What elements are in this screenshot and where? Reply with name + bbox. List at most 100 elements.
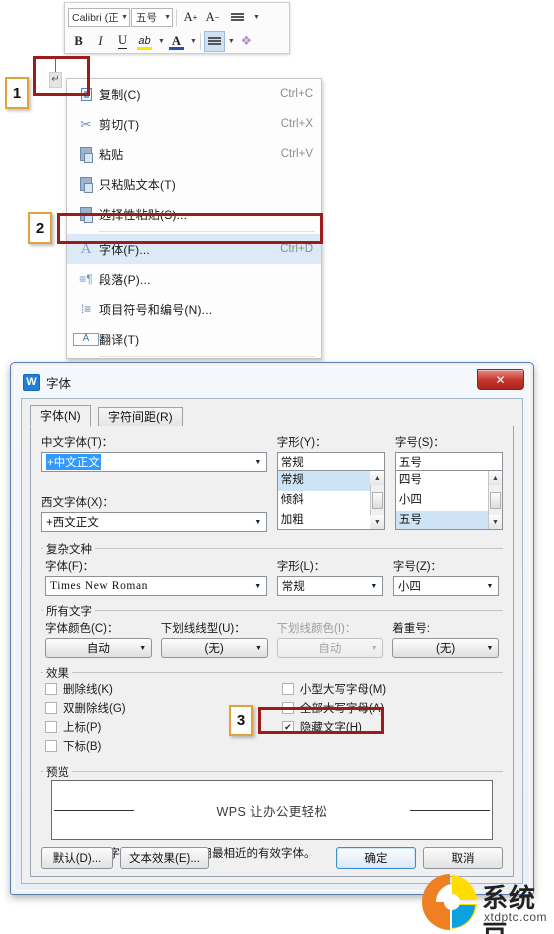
menu-item-translate[interactable]: A 翻译(T) [67, 324, 321, 354]
underline-style-dropdown[interactable]: (无) ▼ [160, 638, 268, 658]
font-size-scrollbar[interactable]: ▲ ▼ [488, 471, 502, 529]
checkbox-subscript[interactable]: 下标(B) [45, 736, 282, 755]
font-size-value: 五号 [136, 11, 157, 24]
checkbox-icon[interactable] [45, 720, 57, 733]
chevron-down-icon[interactable]: ▼ [250, 513, 266, 531]
font-style-column: 字形(Y)： 常规 常规 倾斜 加粗 ▲ ▼ [276, 434, 385, 532]
cn-font-column: 中文字体(T)： +中文正文 ▼ 西文字体(X)： +西文正文 ▼ [41, 434, 267, 532]
font-color-column: 字体颜色(C)： 自动 ▼ [45, 620, 152, 658]
list-item[interactable]: 五号 [395, 511, 488, 529]
font-name-combo[interactable]: Calibri (正 ▼ [68, 7, 130, 27]
cut-icon: ✂ [80, 115, 92, 132]
default-button[interactable]: 默认(D)... [41, 847, 113, 869]
checkbox-icon[interactable] [281, 682, 294, 695]
menu-item-copy[interactable]: 复制(C) Ctrl+C [67, 79, 321, 109]
cs-font-combo[interactable]: Times New Roman ▼ [45, 576, 267, 596]
cs-style-combo[interactable]: 常规 ▼ [276, 576, 383, 596]
checkbox-label: 删除线(K) [63, 683, 113, 696]
line-spacing-icon[interactable] [224, 7, 250, 28]
ok-button[interactable]: 确定 [336, 847, 416, 869]
checkbox-label: 隐藏文字(H) [299, 721, 362, 734]
font-style-scrollbar[interactable]: ▲ ▼ [369, 471, 384, 529]
cn-font-combo[interactable]: +中文正文 ▼ [41, 452, 267, 472]
mini-toolbar-row-1: Calibri (正 ▼ 五号 ▼ A + A − ▼ [68, 5, 286, 29]
scroll-up-icon[interactable]: ▲ [370, 471, 384, 485]
mini-toolbar: Calibri (正 ▼ 五号 ▼ A + A − ▼ B I U ab ▼ A… [64, 2, 290, 54]
menu-item-label: 粘贴 [99, 147, 124, 162]
menu-item-cut[interactable]: ✂ 剪切(T) Ctrl+X [67, 109, 321, 139]
cs-size-combo[interactable]: 小四 ▼ [392, 576, 500, 596]
tab-character-spacing[interactable]: 字符间距(R) [98, 407, 183, 427]
close-icon[interactable]: ✕ [477, 369, 524, 390]
menu-item-paragraph[interactable]: ≡¶ 段落(P)... [67, 264, 321, 294]
default-button-label: 默认(D)... [52, 853, 102, 865]
font-style-listbox[interactable]: 常规 倾斜 加粗 ▲ ▼ [276, 470, 385, 530]
italic-button[interactable]: I [90, 31, 111, 52]
text-effects-button[interactable]: 文本效果(E)... [120, 847, 209, 869]
chevron-down-icon[interactable]: ▼ [482, 577, 498, 595]
chevron-down-icon[interactable]: ▼ [250, 577, 266, 595]
checkbox-icon[interactable] [281, 720, 294, 733]
chevron-down-icon[interactable]: ▼ [482, 639, 498, 657]
menu-item-paste[interactable]: 粘贴 Ctrl+V [67, 139, 321, 169]
font-name-value: Calibri (正 [72, 11, 119, 24]
cs-style-value: 常规 [281, 581, 305, 593]
step-marker-2: 2 [28, 212, 52, 244]
checkbox-strikethrough[interactable]: 删除线(K) [45, 679, 282, 698]
chevron-down-icon[interactable]: ▼ [162, 14, 171, 21]
format-painter-icon[interactable]: ❖ [236, 31, 257, 52]
chevron-down-icon[interactable]: ▼ [366, 577, 382, 595]
checkbox-hidden-text[interactable]: 隐藏文字(H) [281, 717, 499, 736]
checkbox-label: 上标(P) [63, 721, 102, 734]
menu-item-shortcut: Ctrl+X [280, 118, 313, 130]
menu-item-paste-special[interactable]: 选择性粘贴(S)... [67, 199, 321, 229]
list-item[interactable]: 小四 [396, 491, 488, 511]
emphasis-dropdown[interactable]: (无) ▼ [392, 638, 499, 658]
scroll-down-icon[interactable]: ▼ [488, 515, 502, 529]
list-item[interactable]: 倾斜 [278, 491, 370, 511]
chevron-down-icon[interactable]: ▼ [226, 38, 235, 45]
chevron-down-icon[interactable]: ▼ [156, 38, 165, 45]
bold-button[interactable]: B [68, 31, 89, 52]
chevron-down-icon[interactable]: ▼ [188, 38, 197, 45]
checkbox-label: 下标(B) [63, 740, 102, 753]
highlight-icon[interactable]: ab [134, 31, 155, 52]
scrollbar-thumb[interactable] [371, 491, 383, 509]
scrollbar-thumb[interactable] [490, 491, 501, 509]
checkbox-icon[interactable] [45, 701, 57, 714]
grow-font-button[interactable]: A + [180, 7, 201, 28]
font-size-listbox[interactable]: 四号 小四 五号 ▲ ▼ [394, 470, 503, 530]
font-color-dropdown[interactable]: 自动 ▼ [45, 638, 152, 658]
list-item[interactable]: 四号 [396, 471, 488, 491]
font-size-combo[interactable]: 五号 ▼ [131, 7, 173, 27]
checkbox-all-caps[interactable]: 全部大写字母(A) [281, 698, 499, 717]
menu-item-paste-text-only[interactable]: 只粘贴文本(T) [67, 169, 321, 199]
list-item[interactable]: 常规 [277, 471, 370, 491]
align-icon[interactable] [203, 30, 225, 52]
checkbox-icon[interactable] [45, 682, 57, 695]
chevron-down-icon[interactable]: ▼ [135, 639, 151, 657]
scroll-down-icon[interactable]: ▼ [370, 515, 384, 529]
font-style-input[interactable]: 常规 [276, 452, 385, 471]
font-size-input[interactable]: 五号 [394, 452, 503, 471]
underline-button[interactable]: U [112, 31, 133, 52]
tab-font[interactable]: 字体(N) [30, 405, 91, 427]
font-color-icon[interactable]: A [166, 31, 187, 52]
menu-item-font[interactable]: A 字体(F)... Ctrl+D [67, 234, 321, 264]
list-item[interactable]: 加粗 [278, 511, 370, 529]
scroll-up-icon[interactable]: ▲ [488, 471, 502, 485]
chevron-down-icon[interactable]: ▼ [250, 453, 266, 471]
shrink-font-button[interactable]: A − [202, 7, 223, 28]
watermark-site: xtdptc.com [484, 910, 548, 924]
font-icon: A [80, 240, 92, 257]
dialog-title-bar[interactable]: W 字体 ✕ [15, 367, 529, 397]
checkbox-icon[interactable] [45, 739, 57, 752]
effects-content: 删除线(K) 双删除线(G) 上标(P) 下标(B) 小型大写字母(M) 全部大… [41, 673, 503, 755]
chevron-down-icon[interactable]: ▼ [251, 639, 267, 657]
chevron-down-icon[interactable]: ▼ [119, 14, 128, 21]
checkbox-small-caps[interactable]: 小型大写字母(M) [281, 679, 499, 698]
chevron-down-icon[interactable]: ▼ [251, 14, 260, 21]
checkbox-icon[interactable] [281, 701, 294, 714]
west-font-combo[interactable]: +西文正文 ▼ [41, 512, 267, 532]
menu-item-bullets-numbering[interactable]: ⁞≡ 项目符号和编号(N)... [67, 294, 321, 324]
